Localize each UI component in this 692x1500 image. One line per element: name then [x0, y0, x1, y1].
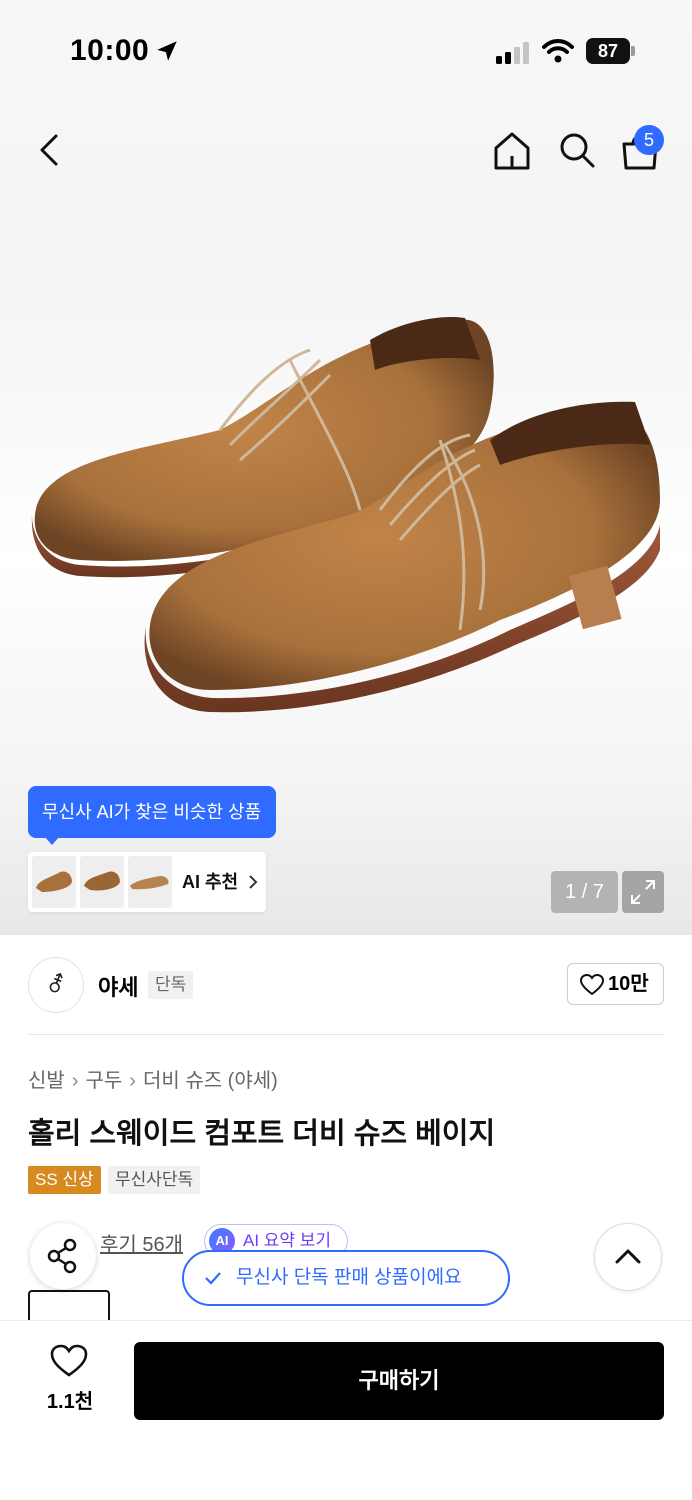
review-link[interactable]: 후기 56개 — [100, 1228, 183, 1257]
share-button[interactable] — [30, 1223, 96, 1289]
breadcrumb-separator: › — [129, 1070, 136, 1092]
exclusive-tag: 무신사단독 — [108, 1166, 201, 1194]
divider — [28, 1034, 664, 1035]
brand-like-count: 10만 — [608, 973, 649, 995]
expand-icon[interactable] — [622, 871, 664, 913]
signal-icon — [496, 42, 529, 64]
battery-icon: 87 — [586, 38, 636, 64]
back-icon[interactable] — [30, 128, 70, 172]
ai-recommend-button[interactable]: AI 추천 — [28, 852, 266, 912]
ai-recommend-label: AI 추천 — [182, 872, 239, 892]
chevron-right-icon — [249, 875, 258, 889]
brand-name[interactable]: 야세 — [98, 970, 138, 1002]
buy-button[interactable]: 구매하기 — [134, 1342, 664, 1420]
check-icon — [205, 1272, 221, 1285]
heart-icon[interactable] — [50, 1344, 88, 1378]
breadcrumb-separator: › — [71, 1070, 79, 1092]
ai-thumb-1[interactable] — [32, 856, 76, 908]
ai-thumb-2[interactable] — [80, 856, 124, 908]
product-like-count: 1.1천 — [46, 1391, 94, 1413]
scroll-top-button[interactable] — [594, 1223, 662, 1291]
heart-icon — [580, 974, 604, 996]
product-gallery[interactable]: 10:00 87 5 무신사 AI가 찾은 비슷한 상품 AI 추천 1 / 7 — [0, 0, 692, 935]
home-icon[interactable] — [490, 128, 534, 172]
ai-tooltip-tail — [44, 836, 60, 845]
ai-thumb-3[interactable] — [128, 856, 172, 908]
search-icon[interactable] — [555, 128, 599, 172]
chevron-up-icon — [615, 1249, 641, 1264]
product-title: 홀리 스웨이드 컴포트 더비 슈즈 베이지 — [28, 1118, 496, 1150]
brand-like-button[interactable]: 10만 — [567, 963, 664, 1005]
breadcrumb-item[interactable]: 더비 슈즈 (야세) — [143, 1064, 278, 1093]
brand-logo[interactable]: ⚦ — [28, 957, 84, 1013]
status-bar: 10:00 87 — [0, 0, 692, 100]
status-time: 10:00 — [70, 34, 150, 67]
breadcrumb-item[interactable]: 구두 — [85, 1064, 122, 1093]
ai-tooltip: 무신사 AI가 찾은 비슷한 상품 — [28, 786, 276, 838]
toast-text: 무신사 단독 판매 상품이에요 — [236, 1267, 462, 1288]
image-counter: 1 / 7 — [551, 871, 618, 913]
brand-exclusive-tag: 단독 — [148, 971, 194, 999]
cart-count-badge: 5 — [634, 125, 664, 155]
battery-level: 87 — [586, 38, 630, 64]
exclusive-toast: 무신사 단독 판매 상품이에요 — [182, 1250, 510, 1306]
new-season-tag: SS 신상 — [28, 1166, 101, 1194]
location-arrow-icon — [157, 41, 177, 61]
breadcrumb-item[interactable]: 신발 — [28, 1064, 65, 1093]
wifi-icon — [542, 39, 574, 63]
breadcrumb: 신발 › 구두 › 더비 슈즈 (야세) — [28, 1064, 278, 1093]
share-icon — [47, 1238, 77, 1274]
product-image[interactable] — [20, 300, 680, 760]
